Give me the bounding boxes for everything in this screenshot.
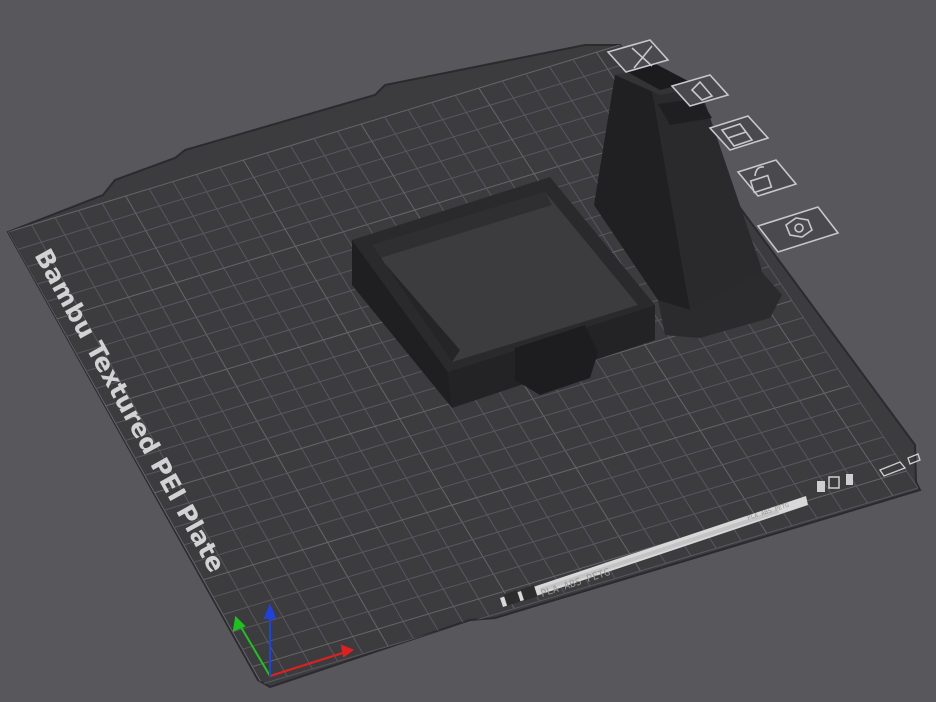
3d-viewport[interactable]: Bambu Textured PEI Plate PLA ABS PETG PL… xyxy=(0,0,936,702)
plate-settings-button[interactable] xyxy=(756,206,840,253)
lock-plate-button[interactable] xyxy=(736,159,798,197)
scene-canvas[interactable]: Bambu Textured PEI Plate PLA ABS PETG PL… xyxy=(0,0,936,702)
